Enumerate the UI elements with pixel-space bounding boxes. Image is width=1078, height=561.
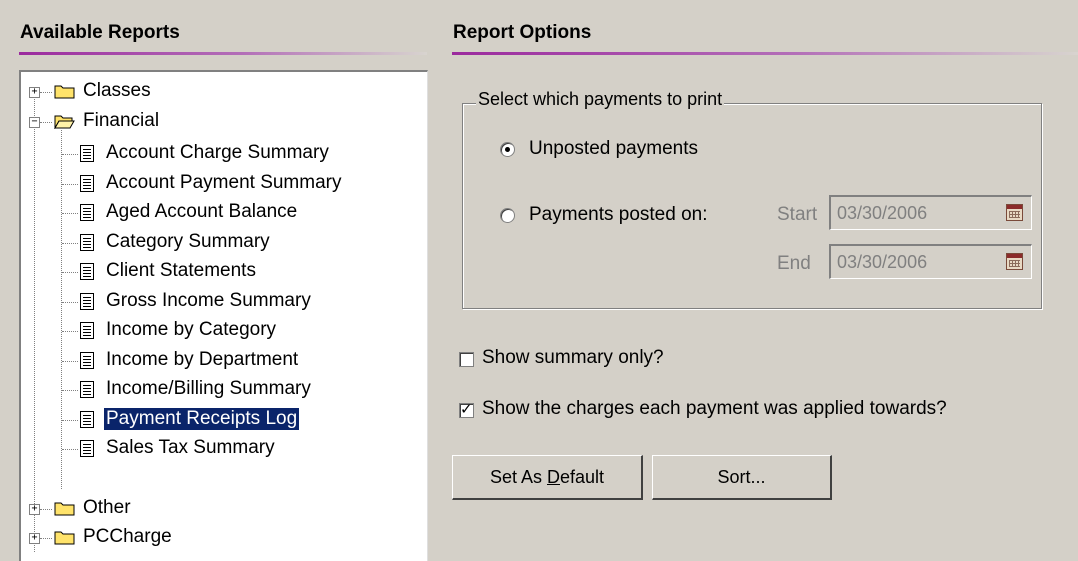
tree-item-report[interactable]: Aged Account Balance xyxy=(21,199,421,228)
report-options-underline xyxy=(452,52,1078,55)
report-options-title: Report Options xyxy=(453,22,592,43)
tree-connector xyxy=(62,449,78,450)
summary-only-label[interactable]: Show summary only? xyxy=(482,347,664,369)
tree-connector xyxy=(62,331,78,332)
sort-button[interactable]: Sort... xyxy=(652,455,832,500)
calendar-icon xyxy=(1006,204,1023,221)
tree-item-label: Category Summary xyxy=(106,230,270,252)
calendar-icon xyxy=(1006,253,1023,270)
tree-item-classes[interactable]: + Classes xyxy=(21,78,421,107)
tree-item-label: Income by Category xyxy=(106,319,277,340)
unposted-payments-label[interactable]: Unposted payments xyxy=(529,138,698,160)
tree-item-report[interactable]: Account Charge Summary xyxy=(21,140,421,169)
available-reports-title: Available Reports xyxy=(20,22,180,43)
tree-item-report[interactable]: Income by Department xyxy=(21,347,421,376)
tree-item-report[interactable]: Account Payment Summary xyxy=(21,170,421,199)
tree-connector xyxy=(62,301,78,303)
tree-item-label: Payment Receipts Log xyxy=(102,406,301,431)
tree-item-label: Sales Tax Summary xyxy=(106,437,275,458)
tree-connector xyxy=(40,122,52,123)
expand-icon[interactable]: + xyxy=(29,504,40,515)
tree-item-other[interactable]: + Other xyxy=(21,495,421,524)
tree-connector xyxy=(62,272,78,273)
folder-open-icon xyxy=(54,115,75,129)
tree-item-label: Income/Billing Summary xyxy=(106,378,311,399)
tree-item-financial[interactable]: − Financial xyxy=(21,108,421,137)
payments-group-title: Select which payments to print xyxy=(476,89,725,110)
tree-connector xyxy=(62,213,78,214)
set-default-prefix: Set As xyxy=(489,467,547,487)
tree-connector xyxy=(62,242,78,244)
tree-item-label: Aged Account Balance xyxy=(106,201,298,222)
available-reports-underline xyxy=(19,52,427,55)
tree-item-report[interactable]: Income by Category xyxy=(21,317,421,346)
summary-only-checkbox[interactable] xyxy=(459,352,474,367)
tree-item-label: Account Charge Summary xyxy=(106,142,329,163)
tree-connector xyxy=(62,360,78,362)
tree-connector xyxy=(40,538,52,539)
folder-icon xyxy=(54,85,75,99)
document-icon xyxy=(80,351,94,369)
set-default-suffix: efault xyxy=(560,467,605,487)
tree-item-label: PCCharge xyxy=(83,526,172,547)
tree-connector xyxy=(62,419,78,421)
set-default-mnemonic: D xyxy=(547,467,560,487)
posted-payments-label[interactable]: Payments posted on: xyxy=(529,204,708,226)
start-date-field: 03/30/2006 xyxy=(829,195,1032,230)
document-icon xyxy=(80,292,94,310)
tree-item-pccharge[interactable]: + PCCharge xyxy=(21,524,421,553)
document-icon xyxy=(80,204,94,221)
tree-item-report[interactable]: Sales Tax Summary xyxy=(21,435,421,464)
folder-icon xyxy=(54,502,75,516)
show-charges-label[interactable]: Show the charges each payment was applie… xyxy=(482,398,947,420)
document-icon xyxy=(80,145,94,162)
posted-payments-radio[interactable] xyxy=(500,208,515,223)
tree-item-label: Classes xyxy=(83,80,151,101)
end-date-field: 03/30/2006 xyxy=(829,244,1032,279)
tree-item-report[interactable]: Gross Income Summary xyxy=(21,288,421,317)
tree-connector xyxy=(40,509,52,510)
tree-item-report[interactable]: Client Statements xyxy=(21,258,421,287)
tree-item-label: Income by Department xyxy=(106,348,299,370)
tree-item-report[interactable]: Payment Receipts Log xyxy=(21,406,421,435)
expand-icon[interactable]: + xyxy=(29,533,40,544)
end-date-label: End xyxy=(777,253,811,274)
tree-connector xyxy=(62,154,78,155)
document-icon xyxy=(80,322,94,339)
expand-icon[interactable]: + xyxy=(29,87,40,98)
tree-item-label: Client Statements xyxy=(106,260,256,281)
document-icon xyxy=(80,410,94,428)
document-icon xyxy=(80,174,94,192)
document-icon xyxy=(80,440,94,457)
document-icon xyxy=(80,263,94,280)
show-charges-checkbox[interactable] xyxy=(459,400,474,418)
document-icon xyxy=(80,381,94,398)
tree-item-report[interactable]: Category Summary xyxy=(21,229,421,258)
folder-icon xyxy=(54,531,75,545)
tree-connector xyxy=(62,390,78,391)
reports-tree[interactable]: + Classes − Financial Account Charge Sum… xyxy=(19,70,428,561)
collapse-icon[interactable]: − xyxy=(29,117,40,128)
unposted-payments-radio[interactable] xyxy=(500,142,515,157)
tree-item-report[interactable]: Income/Billing Summary xyxy=(21,376,421,405)
tree-connector xyxy=(40,92,52,93)
tree-item-label: Gross Income Summary xyxy=(106,289,311,311)
tree-connector xyxy=(62,183,78,185)
start-date-value: 03/30/2006 xyxy=(837,203,928,223)
set-as-default-button[interactable]: Set As Default xyxy=(452,455,643,500)
end-date-value: 03/30/2006 xyxy=(837,252,928,272)
document-icon xyxy=(80,233,94,251)
tree-item-label: Financial xyxy=(83,110,160,131)
tree-item-label: Other xyxy=(83,497,131,518)
start-date-label: Start xyxy=(777,204,818,225)
tree-item-label: Account Payment Summary xyxy=(106,171,342,193)
